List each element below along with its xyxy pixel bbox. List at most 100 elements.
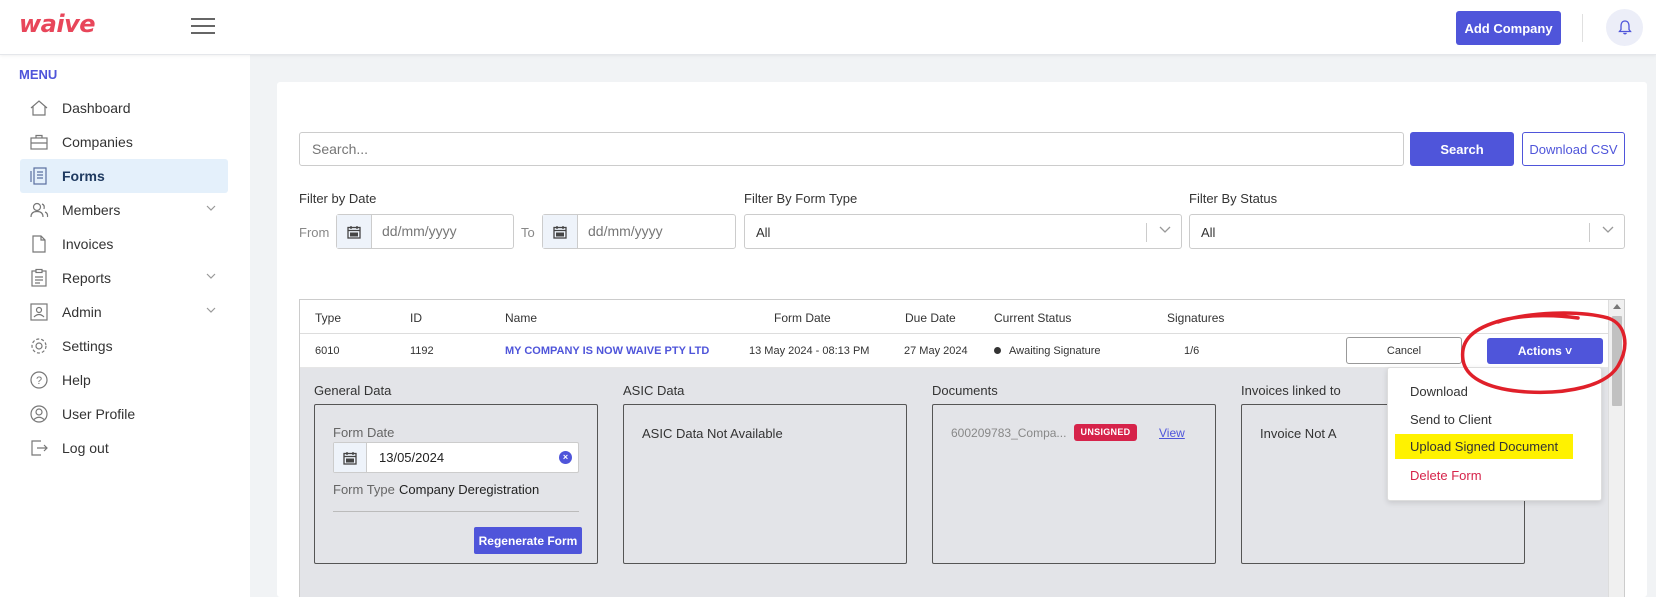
to-date-input[interactable]: dd/mm/yyyy [542,214,736,249]
sidebar-item-members[interactable]: Members [20,193,228,227]
sidebar-item-user-profile[interactable]: User Profile [20,397,228,431]
logout-icon [28,437,50,459]
asic-data-title: ASIC Data [623,383,685,398]
filter-date-label: Filter by Date [299,191,377,206]
calendar-icon [543,215,578,248]
sidebar-item-companies[interactable]: Companies [20,125,228,159]
sidebar-item-label: Admin [62,304,102,320]
asic-data-card: ASIC Data Not Available [623,404,907,564]
form-type-label: Form Type [333,482,395,497]
gear-icon [28,335,50,357]
form-date-label: Form Date [333,425,395,440]
sidebar-item-label: Log out [62,440,109,456]
search-input[interactable] [299,132,1404,166]
header-name: Name [505,311,538,325]
select-separator [1589,223,1590,242]
divider [1582,14,1583,42]
row-type: 6010 [315,345,340,357]
documents-card: 600209783_Compa... UNSIGNED View [932,404,1216,564]
scrollbar-thumb[interactable] [1612,316,1622,406]
header-current-status: Current Status [994,311,1072,325]
view-document-link[interactable]: View [1159,426,1185,440]
menu-title: MENU [19,67,58,82]
clipboard-icon [28,267,50,289]
home-icon [28,97,50,119]
chevron-down-icon [206,205,216,211]
status-select[interactable]: All [1189,214,1625,249]
search-button[interactable]: Search [1410,132,1514,166]
calendar-icon [337,215,372,248]
sidebar-item-label: Companies [62,134,133,150]
sidebar-item-label: Help [62,372,91,388]
menu-item-send-to-client[interactable]: Send to Client [1410,412,1492,427]
documents-title: Documents [932,383,998,398]
download-csv-button[interactable]: Download CSV [1522,132,1625,166]
forms-panel: Search Download CSV Filter by Date Filte… [277,82,1647,597]
filter-form-type-label: Filter By Form Type [744,191,858,206]
from-date-input[interactable]: dd/mm/yyyy [336,214,514,249]
sidebar-item-reports[interactable]: Reports [20,261,228,295]
regenerate-form-button[interactable]: Regenerate Form [474,527,582,554]
notification-bell-icon[interactable] [1606,9,1643,46]
invoices-text: Invoice Not A [1260,426,1337,441]
sidebar-item-label: User Profile [62,406,136,422]
general-data-card: Form Date 13/05/2024 × Form Type Company… [314,404,598,564]
sidebar-item-label: Invoices [62,236,114,252]
sidebar-item-logout[interactable]: Log out [20,431,228,465]
actions-button[interactable]: Actions ˅ [1487,338,1603,364]
user-icon [28,403,50,425]
add-company-button[interactable]: Add Company [1456,11,1561,45]
sidebar-item-help[interactable]: ? Help [20,363,228,397]
form-date-input[interactable]: 13/05/2024 × [333,442,579,473]
from-date-placeholder: dd/mm/yyyy [382,223,457,239]
table-scrollbar[interactable] [1608,300,1624,597]
row-signatures: 1/6 [1184,345,1200,357]
sidebar-item-dashboard[interactable]: Dashboard [20,91,228,125]
sidebar-item-invoices[interactable]: Invoices [20,227,228,261]
row-due-date: 27 May 2024 [904,345,968,357]
scroll-up-icon[interactable] [1613,304,1621,309]
cancel-button[interactable]: Cancel [1346,337,1462,364]
row-form-date: 13 May 2024 - 08:13 PM [749,345,870,357]
menu-item-delete-form[interactable]: Delete Form [1410,468,1482,483]
menu-item-upload-signed-document[interactable]: Upload Signed Document [1395,434,1574,459]
chevron-down-icon [1159,226,1171,233]
general-data-title: General Data [314,383,392,398]
row-status: Awaiting Signature [994,345,1101,357]
form-type-select[interactable]: All [744,214,1182,249]
table-row[interactable]: 6010 1192 MY COMPANY IS NOW WAIVE PTY LT… [300,334,1610,368]
select-separator [1146,223,1147,242]
unsigned-badge: UNSIGNED [1074,424,1137,441]
row-name-link[interactable]: MY COMPANY IS NOW WAIVE PTY LTD [505,345,709,357]
sidebar-item-label: Dashboard [62,100,131,116]
sidebar-item-settings[interactable]: Settings [20,329,228,363]
admin-icon [28,301,50,323]
actions-dropdown-menu: Download Send to Client Upload Signed Do… [1387,367,1602,501]
sidebar-item-label: Reports [62,270,112,286]
table-header: Type ID Name Form Date Due Date Current … [300,300,1610,334]
calendar-icon [334,443,367,472]
row-id: 1192 [410,345,434,357]
header-form-date: Form Date [774,311,831,325]
sidebar-item-label: Settings [62,338,113,354]
menu-item-download[interactable]: Download [1410,384,1468,399]
svg-text:?: ? [36,375,42,387]
clear-icon[interactable]: × [559,451,572,464]
sidebar-item-forms[interactable]: Forms [20,159,228,193]
to-label: To [521,225,535,240]
asic-data-text: ASIC Data Not Available [642,426,783,441]
form-type-value: All [756,225,771,240]
sidebar-item-admin[interactable]: Admin [20,295,228,329]
sidebar-item-label: Members [62,202,121,218]
header-id: ID [410,311,422,325]
status-dot-icon [994,347,1001,354]
chevron-down-icon [206,273,216,279]
waive-logo[interactable]: waive [19,10,96,38]
divider [333,511,579,512]
form-date-value: 13/05/2024 [379,450,445,465]
to-date-placeholder: dd/mm/yyyy [588,223,663,239]
header-signatures: Signatures [1167,311,1225,325]
hamburger-menu-icon[interactable] [191,18,215,36]
from-label: From [299,225,330,240]
chevron-down-icon [206,307,216,313]
